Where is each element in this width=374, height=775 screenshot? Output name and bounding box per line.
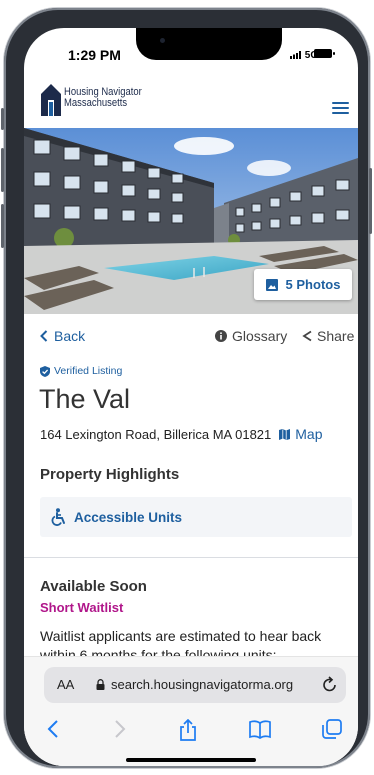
share-icon	[302, 330, 312, 342]
hero-photo[interactable]: 5 Photos	[24, 128, 358, 314]
silent-switch	[1, 108, 4, 130]
bookmarks-icon[interactable]	[249, 719, 271, 739]
back-icon[interactable]	[47, 719, 59, 739]
lock-icon	[96, 679, 105, 690]
reload-icon[interactable]	[322, 675, 338, 693]
signal-bars-icon	[290, 51, 301, 59]
waitlist-status: Short Waitlist	[40, 600, 124, 615]
verified-badge: Verified Listing	[40, 365, 122, 377]
image-icon	[265, 278, 278, 291]
notch	[136, 28, 282, 60]
logo-text[interactable]: Housing Navigator Massachusetts	[64, 87, 142, 109]
battery-icon	[314, 49, 335, 58]
listing-nav: Back Glossary Share	[40, 328, 354, 348]
highlight-label: Accessible Units	[74, 509, 183, 525]
share-label: Share	[317, 328, 355, 344]
listing-address: 164 Lexington Road, Billerica MA 01821	[40, 426, 272, 442]
url-text: search.housingnavigatorma.org	[111, 677, 294, 692]
url-display[interactable]: search.housingnavigatorma.org	[96, 677, 293, 692]
back-link[interactable]: Back	[40, 328, 85, 344]
availability-heading: Available Soon	[40, 578, 147, 595]
highlights-heading: Property Highlights	[40, 466, 180, 483]
map-icon	[279, 428, 291, 440]
highlight-item: Accessible Units	[40, 497, 352, 537]
browser-toolbar	[24, 719, 358, 743]
camera	[160, 38, 165, 43]
screen: 1:29 PM 5G Housing Navigator Massachuset…	[24, 28, 358, 766]
site-header: Housing Navigator Massachusetts	[24, 74, 358, 128]
view-photos-button[interactable]: 5 Photos	[254, 269, 352, 300]
share-icon[interactable]	[179, 719, 197, 741]
listing-title: The Val	[39, 384, 131, 414]
address-bar[interactable]: AA search.housingnavigatorma.org	[44, 667, 346, 703]
verified-label: Verified Listing	[54, 365, 123, 377]
forward-icon[interactable]	[114, 719, 126, 739]
info-icon	[215, 330, 227, 342]
wheelchair-icon	[51, 508, 65, 526]
map-link[interactable]: Map	[279, 426, 323, 442]
chevron-left-icon	[40, 330, 48, 342]
phone-frame: 1:29 PM 5G Housing Navigator Massachuset…	[1, 8, 372, 768]
reader-options-button[interactable]: AA	[57, 677, 74, 692]
availability-description: Waitlist applicants are estimated to hea…	[40, 628, 322, 657]
map-label: Map	[295, 426, 323, 442]
power-button	[369, 168, 372, 234]
volume-down-button	[1, 204, 4, 248]
back-label: Back	[54, 328, 86, 344]
section-divider	[24, 557, 358, 558]
browser-bar: AA search.housingnavigatorma.org	[24, 656, 358, 766]
tabs-icon[interactable]	[322, 719, 342, 739]
home-indicator	[126, 758, 256, 762]
logo-line-2: Massachusetts	[64, 97, 128, 109]
glossary-link[interactable]: Glossary	[215, 328, 287, 344]
housing-navigator-logo[interactable]	[40, 82, 62, 116]
photos-label: 5 Photos	[285, 277, 341, 292]
glossary-label: Glossary	[232, 328, 288, 344]
share-link[interactable]: Share	[301, 328, 354, 344]
listing-address-row: 164 Lexington Road, Billerica MA 01821 M…	[40, 426, 323, 442]
verified-shield-icon	[40, 365, 50, 377]
volume-up-button	[1, 148, 4, 192]
status-time: 1:29 PM	[68, 47, 121, 63]
hamburger-icon[interactable]	[332, 102, 349, 114]
